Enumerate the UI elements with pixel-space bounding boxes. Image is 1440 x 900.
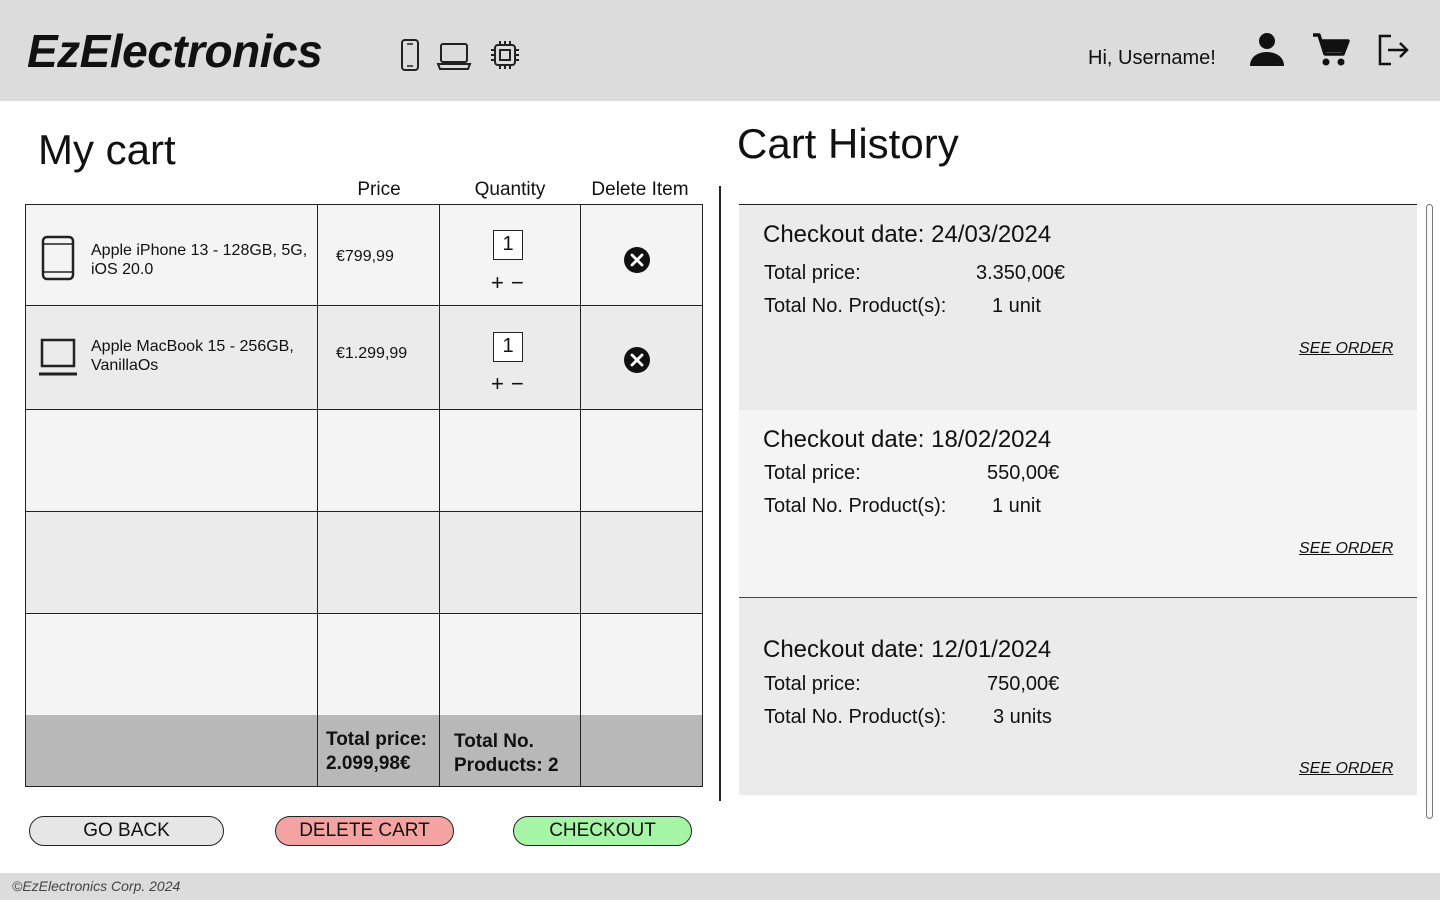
quantity-increase-button[interactable]: + <box>491 373 504 395</box>
order-total-price: 3.350,00€ <box>976 262 1065 284</box>
product-price: €1.299,99 <box>336 345 408 362</box>
checkout-date: Checkout date: 18/02/2024 <box>763 426 1052 453</box>
order-card: Checkout date: 12/01/2024 Total price: 7… <box>739 598 1417 795</box>
total-products-label: Total No. Product(s): <box>764 706 947 728</box>
total-price-label: Total price: <box>326 729 427 750</box>
total-price-value: 2.099,98€ <box>326 753 411 774</box>
chip-icon[interactable] <box>487 38 523 72</box>
order-card: Checkout date: 24/03/2024 Total price: 3… <box>739 205 1417 410</box>
order-total-price: 750,00€ <box>987 673 1060 695</box>
copyright-text: ©EzElectronics Corp. 2024 <box>12 878 181 894</box>
total-products-value: Products: 2 <box>454 755 559 776</box>
column-header-quantity: Quantity <box>474 179 546 200</box>
see-order-link[interactable]: SEE ORDER <box>1299 760 1393 778</box>
product-price: €799,99 <box>336 248 394 265</box>
checkout-button[interactable]: CHECKOUT <box>513 816 692 846</box>
footer: ©EzElectronics Corp. 2024 <box>0 873 1440 900</box>
delete-cart-button[interactable]: DELETE CART <box>275 816 454 846</box>
total-products-label: Total No. Product(s): <box>764 295 947 317</box>
go-back-button[interactable]: GO BACK <box>29 816 224 846</box>
total-price-label: Total price: <box>764 673 861 695</box>
cart-totals-row: Total price: 2.099,98€ Total No. Product… <box>26 715 702 786</box>
total-price-label: Total price: <box>764 462 861 484</box>
history-scrollbar[interactable] <box>1426 204 1433 819</box>
quantity-decrease-button[interactable]: − <box>511 373 524 395</box>
table-row <box>26 410 702 512</box>
table-row <box>26 614 702 715</box>
quantity-field[interactable]: 1 <box>493 230 523 260</box>
header-bar: EzElectronics Hi, Username! <box>0 0 1440 101</box>
user-icon[interactable] <box>1247 30 1287 70</box>
column-divider <box>317 205 318 786</box>
order-product-count: 1 unit <box>992 295 1041 317</box>
checkout-date: Checkout date: 12/01/2024 <box>763 636 1052 663</box>
order-product-count: 1 unit <box>992 495 1041 517</box>
delete-item-icon[interactable] <box>623 246 651 274</box>
brand-logo[interactable]: EzElectronics <box>27 24 323 78</box>
cart-table: Apple iPhone 13 - 128GB, 5G, iOS 20.0 €7… <box>25 204 703 787</box>
order-product-count: 3 units <box>993 706 1052 728</box>
column-header-price: Price <box>357 179 401 200</box>
product-name: Apple MacBook 15 - 256GB, VanillaOs <box>91 338 294 374</box>
smartphone-icon[interactable] <box>392 38 428 72</box>
order-card: Checkout date: 18/02/2024 Total price: 5… <box>739 410 1417 597</box>
total-products-label: Total No. Product(s): <box>764 495 947 517</box>
column-divider <box>439 205 440 786</box>
column-header-delete: Delete Item <box>591 179 689 200</box>
laptop-icon <box>39 338 77 376</box>
product-name: Apple iPhone 13 - 128GB, 5G, iOS 20.0 <box>91 242 308 278</box>
smartphone-icon <box>41 235 75 281</box>
cart-title: My cart <box>38 126 176 173</box>
quantity-field[interactable]: 1 <box>493 332 523 362</box>
order-total-price: 550,00€ <box>987 462 1060 484</box>
total-price-label: Total price: <box>764 262 861 284</box>
see-order-link[interactable]: SEE ORDER <box>1299 540 1393 558</box>
cart-history-title: Cart History <box>737 120 959 167</box>
table-row: Apple MacBook 15 - 256GB, VanillaOs €1.2… <box>26 306 702 410</box>
logout-icon[interactable] <box>1374 30 1414 70</box>
table-row <box>26 512 702 614</box>
column-divider <box>580 205 581 786</box>
quantity-increase-button[interactable]: + <box>491 272 504 294</box>
see-order-link[interactable]: SEE ORDER <box>1299 340 1393 358</box>
quantity-decrease-button[interactable]: − <box>511 272 524 294</box>
cart-icon[interactable] <box>1311 30 1351 70</box>
checkout-date: Checkout date: 24/03/2024 <box>763 221 1052 248</box>
user-greeting: Hi, Username! <box>1088 47 1216 69</box>
delete-item-icon[interactable] <box>623 346 651 374</box>
laptop-icon[interactable] <box>436 38 472 72</box>
table-row: Apple iPhone 13 - 128GB, 5G, iOS 20.0 €7… <box>26 205 702 306</box>
total-products-label: Total No. <box>454 731 534 752</box>
section-divider <box>719 186 721 801</box>
